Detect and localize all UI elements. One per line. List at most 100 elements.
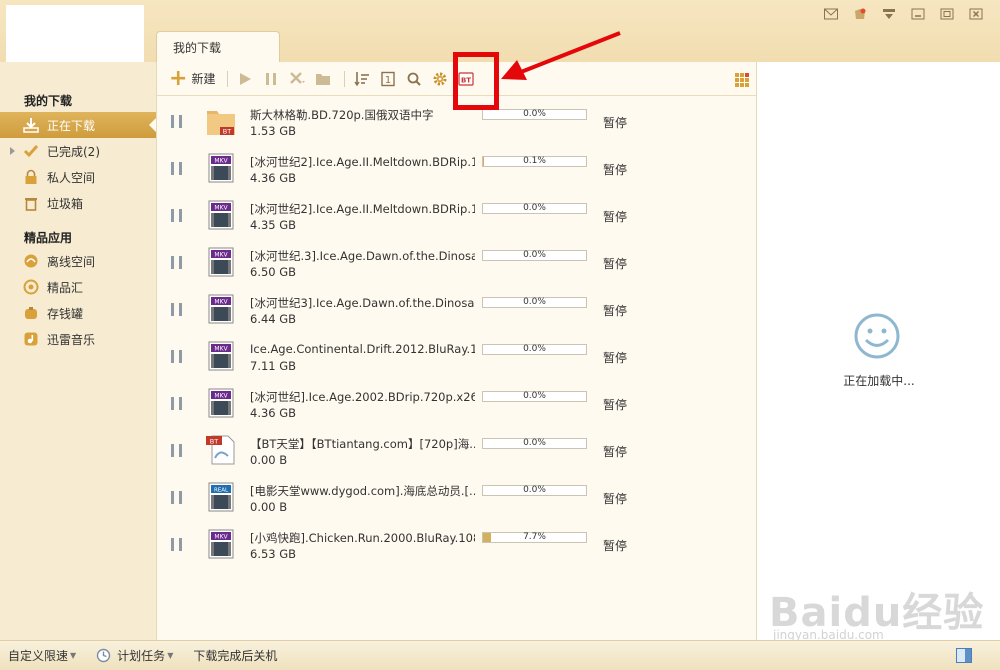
sidebar-item-completed[interactable]: 已完成(2) — [0, 138, 156, 164]
play-icon[interactable] — [236, 67, 254, 91]
task-status[interactable]: 暂停 — [603, 490, 627, 507]
maximize-icon[interactable] — [937, 6, 957, 22]
settings-icon[interactable] — [431, 67, 449, 91]
clock-icon — [96, 648, 111, 663]
sidebar-app-label: 离线空间 — [47, 254, 96, 269]
svg-text:MKV: MKV — [214, 299, 228, 306]
minimize-icon[interactable] — [908, 6, 928, 22]
pause-icon[interactable] — [171, 397, 182, 410]
download-row[interactable]: REAL [电影天堂www.dygod.com].海底总动员.[... 0.00 B… — [157, 474, 757, 521]
file-size: 6.53 GB — [250, 547, 297, 561]
file-type-icon: MKV — [206, 387, 236, 419]
schedule-dropdown[interactable]: 计划任务 ▼ — [96, 647, 173, 664]
count-icon[interactable]: 1 — [379, 67, 397, 91]
progress-bar: 0.0% — [482, 250, 587, 261]
task-status[interactable]: 暂停 — [603, 255, 627, 272]
sidebar-app-xunlei-music[interactable]: 迅雷音乐 — [0, 326, 156, 352]
pause-icon[interactable] — [171, 162, 182, 175]
file-name: [冰河世纪.3].Ice.Age.Dawn.of.the.Dinosa... — [250, 249, 475, 263]
window-controls — [821, 6, 986, 22]
file-type-icon: REAL — [206, 481, 236, 513]
mail-icon[interactable] — [821, 6, 841, 22]
check-icon — [22, 142, 40, 160]
download-row[interactable]: MKV [小鸡快跑].Chicken.Run.2000.BluRay.108...… — [157, 521, 757, 568]
task-status[interactable]: 暂停 — [603, 396, 627, 413]
progress-bar: 0.0% — [482, 109, 587, 120]
pause-icon[interactable] — [171, 444, 182, 457]
download-row[interactable]: MKV Ice.Age.Continental.Drift.2012.BluRay… — [157, 333, 757, 380]
pause-icon[interactable] — [171, 256, 182, 269]
download-row[interactable]: MKV [冰河世纪].Ice.Age.2002.BDrip.720p.x26...… — [157, 380, 757, 427]
sidebar-item-label: 已完成(2) — [47, 144, 100, 159]
sidebar: 我的下载 正在下载 已完成(2) 私人空间 垃圾箱 精品应用 离线空间 精品汇 … — [0, 62, 156, 640]
svg-text:MKV: MKV — [214, 346, 228, 353]
sidebar-item-label: 私人空间 — [47, 170, 96, 185]
sort-icon[interactable] — [353, 67, 371, 91]
download-row[interactable]: MKV [冰河世纪3].Ice.Age.Dawn.of.the.Dinosau..… — [157, 286, 757, 333]
close-icon[interactable] — [966, 6, 986, 22]
sidebar-item-private-space[interactable]: 私人空间 — [0, 164, 156, 190]
file-size: 6.50 GB — [250, 265, 297, 279]
sidebar-app-label: 迅雷音乐 — [47, 332, 96, 347]
svg-text:MKV: MKV — [214, 205, 228, 212]
download-row[interactable]: BT 【BT天堂】【BTtiantang.com】[720p]海... 0.00 B… — [157, 427, 757, 474]
sidebar-item-downloading[interactable]: 正在下载 — [0, 112, 156, 138]
pause-icon[interactable] — [262, 67, 280, 91]
pause-icon[interactable] — [171, 538, 182, 551]
task-status[interactable]: 暂停 — [603, 537, 627, 554]
progress-percent: 0.0% — [523, 391, 546, 401]
sidebar-app-piggy-bank[interactable]: 存钱罐 — [0, 300, 156, 326]
speed-limit-label: 自定义限速 — [8, 649, 69, 663]
task-status[interactable]: 暂停 — [603, 114, 627, 131]
lock-icon — [22, 168, 40, 186]
skin-icon[interactable] — [850, 6, 870, 22]
svg-text:MKV: MKV — [214, 158, 228, 165]
file-name: Ice.Age.Continental.Drift.2012.BluRay.10… — [250, 342, 475, 356]
delete-icon[interactable] — [288, 67, 306, 91]
pause-icon[interactable] — [171, 491, 182, 504]
sidebar-app-boutique[interactable]: 精品汇 — [0, 274, 156, 300]
status-bar: 自定义限速 ▼ 计划任务 ▼ 下载完成后关机 — [0, 640, 1000, 670]
loading-text: 正在加载中... — [843, 374, 915, 388]
file-name: [电影天堂www.dygod.com].海底总动员.[... — [250, 484, 475, 498]
file-size: 7.11 GB — [250, 359, 297, 373]
search-icon[interactable] — [405, 67, 423, 91]
file-size: 6.44 GB — [250, 312, 297, 326]
task-status[interactable]: 暂停 — [603, 443, 627, 460]
expand-icon[interactable] — [10, 147, 19, 155]
download-row[interactable]: MKV [冰河世纪.3].Ice.Age.Dawn.of.the.Dinosa..… — [157, 239, 757, 286]
task-status[interactable]: 暂停 — [603, 161, 627, 178]
pause-icon[interactable] — [171, 209, 182, 222]
pause-icon[interactable] — [171, 115, 182, 128]
menu-icon[interactable] — [879, 6, 899, 22]
pause-icon[interactable] — [171, 350, 182, 363]
sidebar-item-label: 垃圾箱 — [47, 196, 84, 211]
svg-text:REAL: REAL — [214, 488, 229, 494]
apps-icon[interactable] — [734, 72, 750, 88]
svg-text:MKV: MKV — [214, 393, 228, 400]
sidebar-app-offline-space[interactable]: 离线空间 — [0, 248, 156, 274]
tab-my-downloads[interactable]: 我的下载 — [156, 31, 280, 63]
task-status[interactable]: 暂停 — [603, 349, 627, 366]
pause-icon[interactable] — [171, 303, 182, 316]
svg-text:MKV: MKV — [214, 252, 228, 259]
progress-bar: 0.0% — [482, 438, 587, 449]
task-status[interactable]: 暂停 — [603, 302, 627, 319]
file-name: [冰河世纪].Ice.Age.2002.BDrip.720p.x26... — [250, 390, 475, 404]
progress-bar: 0.0% — [482, 344, 587, 355]
speed-limit-dropdown[interactable]: 自定义限速 ▼ — [8, 647, 76, 664]
annotation-arrow — [501, 31, 621, 80]
sidebar-item-trash[interactable]: 垃圾箱 — [0, 190, 156, 216]
download-row[interactable]: MKV [冰河世纪2].Ice.Age.II.Meltdown.BDRip.1..… — [157, 145, 757, 192]
shutdown-option[interactable]: 下载完成后关机 — [193, 647, 277, 664]
download-panel: + 新建 1 BT BT 斯大林格勒.BD.720p.国俄双语中字 1.53 GB 0… — [156, 62, 757, 640]
folder-icon[interactable] — [314, 67, 332, 91]
svg-text:BT: BT — [210, 437, 218, 445]
file-type-icon: BT — [206, 434, 236, 466]
panel-toggle-icon[interactable] — [956, 648, 972, 663]
progress-bar: 0.0% — [482, 391, 587, 402]
download-row[interactable]: MKV [冰河世纪2].Ice.Age.II.Meltdown.BDRip.1..… — [157, 192, 757, 239]
new-task-button[interactable]: + 新建 — [169, 67, 215, 91]
task-status[interactable]: 暂停 — [603, 208, 627, 225]
progress-percent: 0.0% — [523, 297, 546, 307]
